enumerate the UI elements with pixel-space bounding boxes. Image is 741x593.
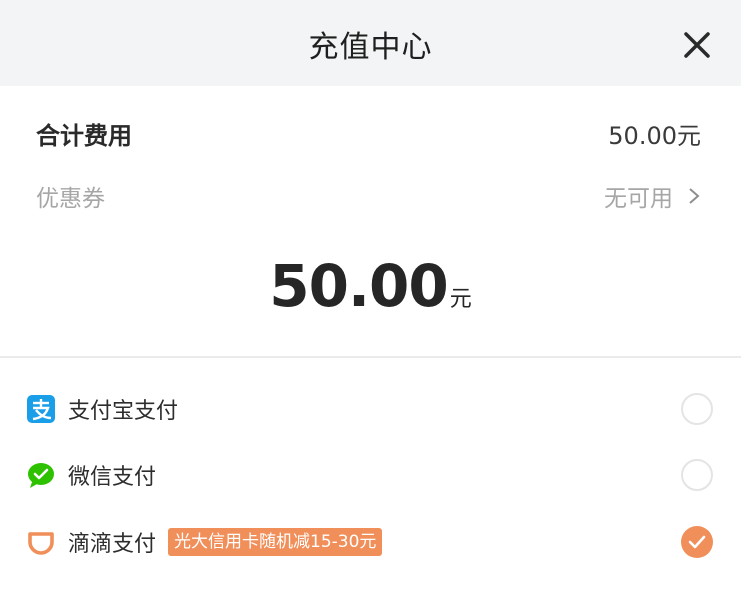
header: 充值中心 — [0, 0, 741, 86]
coupon-value: 无可用 — [604, 186, 673, 212]
radio-alipay[interactable] — [681, 393, 713, 425]
coupon-row[interactable]: 优惠券 无可用 — [36, 178, 701, 214]
amount-unit: 元 — [449, 287, 472, 312]
total-row: 合计费用 50.00元 — [36, 115, 701, 151]
total-label: 合计费用 — [36, 121, 132, 150]
check-icon — [688, 535, 706, 549]
chevron-right-icon — [689, 188, 700, 204]
total-value: 50.00元 — [608, 121, 701, 150]
payment-label: 滴滴支付 — [68, 532, 157, 557]
payment-option-wechat[interactable]: 微信支付 — [26, 453, 715, 497]
radio-didi[interactable] — [681, 526, 713, 558]
amount-display: 50.00元 — [0, 252, 741, 320]
close-button[interactable] — [676, 24, 718, 66]
promo-badge: 光大信用卡随机减15-30元 — [168, 528, 383, 556]
payment-label: 微信支付 — [68, 465, 157, 490]
payment-label: 支付宝支付 — [68, 399, 179, 424]
coupon-label: 优惠券 — [36, 186, 105, 212]
amount-value: 50.00 — [269, 252, 448, 320]
alipay-icon — [27, 395, 55, 423]
wechat-pay-icon — [28, 463, 54, 488]
divider — [0, 356, 741, 358]
page-title: 充值中心 — [308, 30, 433, 65]
radio-wechat[interactable] — [681, 459, 713, 491]
close-icon — [684, 32, 710, 58]
payment-option-alipay[interactable]: 支付宝支付 — [26, 387, 715, 431]
payment-option-didi[interactable]: 滴滴支付 光大信用卡随机减15-30元 — [26, 520, 715, 564]
didi-pay-icon — [28, 532, 54, 555]
coupon-selector[interactable]: 无可用 — [604, 179, 701, 213]
